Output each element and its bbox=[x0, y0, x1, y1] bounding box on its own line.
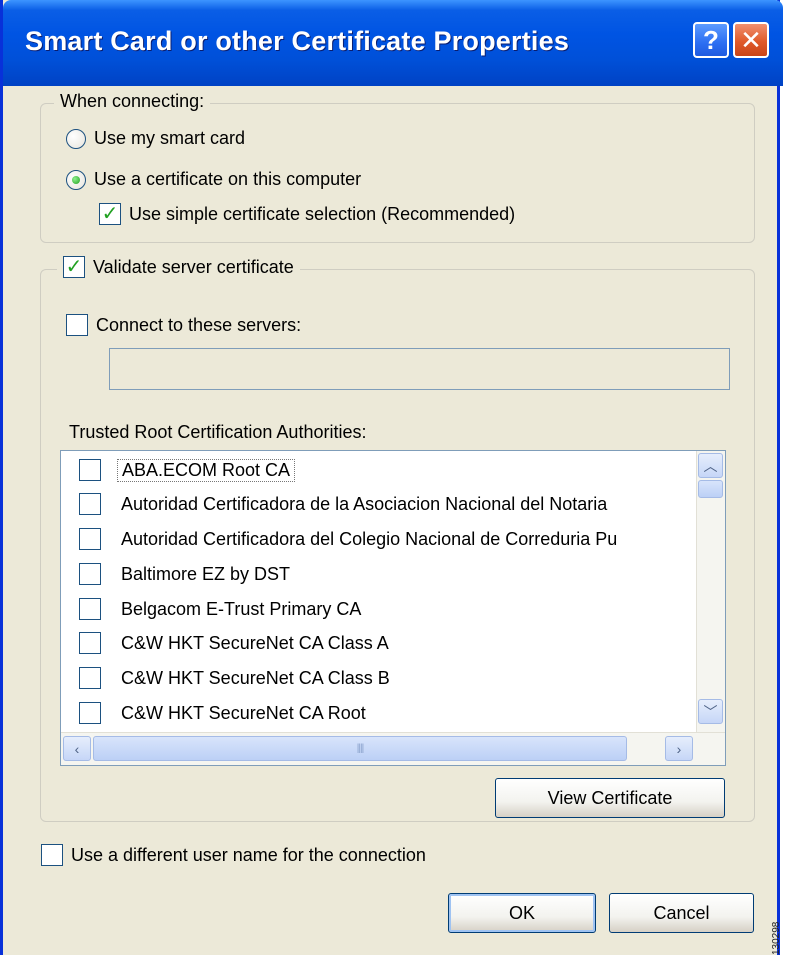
help-button[interactable]: ? bbox=[693, 22, 729, 58]
checkbox-connect-servers[interactable]: Connect to these servers: bbox=[66, 314, 301, 336]
button-label: OK bbox=[508, 902, 535, 923]
list-item[interactable]: Autoridad Certificadora de la Asociacion… bbox=[79, 487, 611, 521]
servers-input[interactable] bbox=[109, 348, 730, 390]
checkbox[interactable]: ✓ bbox=[99, 203, 121, 225]
trusted-root-list[interactable]: ABA.ECOM Root CA Autoridad Certificadora… bbox=[60, 450, 726, 766]
list-item[interactable]: Belgacom E-Trust Primary CA bbox=[79, 592, 365, 626]
checkbox[interactable] bbox=[79, 563, 101, 585]
when-connecting-label: When connecting: bbox=[54, 91, 211, 112]
list-item-label: Autoridad Certificadora de la Asociacion… bbox=[121, 493, 608, 514]
list-item-label: C&W HKT SecureNet CA Class B bbox=[121, 667, 390, 688]
view-certificate-button[interactable]: View Certificate bbox=[495, 778, 725, 818]
ok-button[interactable]: OK bbox=[448, 893, 596, 933]
checkbox-label: Connect to these servers: bbox=[96, 314, 302, 335]
radio-use-smart-card[interactable]: Use my smart card bbox=[66, 128, 245, 149]
checkbox-simple-selection[interactable]: ✓ Use simple certificate selection (Reco… bbox=[99, 203, 515, 225]
chevron-down-icon: ﹀ bbox=[703, 703, 718, 720]
dialog-window: Smart Card or other Certificate Properti… bbox=[0, 0, 783, 955]
list-item[interactable]: C&W HKT SecureNet CA Class A bbox=[79, 626, 393, 660]
horizontal-scrollbar[interactable]: ‹ |||| › bbox=[61, 732, 725, 765]
scroll-left-button[interactable]: ‹ bbox=[63, 736, 91, 761]
radio-label: Use a certificate on this computer bbox=[94, 169, 362, 189]
radio-use-certificate[interactable]: Use a certificate on this computer bbox=[66, 169, 361, 190]
close-button[interactable]: ✕ bbox=[733, 22, 769, 58]
cancel-button[interactable]: Cancel bbox=[609, 893, 754, 933]
radio-label: Use my smart card bbox=[94, 128, 246, 148]
checkbox[interactable]: ✓ bbox=[63, 256, 85, 278]
list-item-label: Autoridad Certificadora del Colegio Naci… bbox=[121, 528, 618, 549]
checkbox-label: Validate server certificate bbox=[93, 256, 294, 277]
checkbox[interactable] bbox=[79, 459, 101, 481]
vertical-scrollbar[interactable]: ︿ ﹀ bbox=[696, 451, 725, 733]
question-icon: ? bbox=[703, 25, 719, 55]
title-bar[interactable]: Smart Card or other Certificate Properti… bbox=[3, 0, 783, 86]
checkmark-icon: ✓ bbox=[65, 256, 83, 278]
list-item[interactable]: C&W HKT SecureNet CA Class B bbox=[79, 661, 394, 695]
radio-button-selected[interactable] bbox=[66, 169, 86, 190]
chevron-right-icon: › bbox=[676, 740, 682, 757]
list-item-label: ABA.ECOM Root CA bbox=[117, 458, 296, 482]
checkbox[interactable] bbox=[41, 844, 63, 866]
list-item-label: C&W HKT SecureNet CA Root bbox=[121, 702, 366, 723]
checkbox[interactable] bbox=[66, 314, 88, 336]
list-item-label: Baltimore EZ by DST bbox=[121, 563, 291, 584]
list-item[interactable]: Baltimore EZ by DST bbox=[79, 557, 294, 591]
vertical-scroll-thumb[interactable] bbox=[698, 480, 723, 498]
checkbox[interactable] bbox=[79, 528, 101, 550]
checkbox-label: Use simple certificate selection (Recomm… bbox=[129, 203, 516, 224]
window-title: Smart Card or other Certificate Properti… bbox=[25, 26, 570, 56]
scroll-right-button[interactable]: › bbox=[665, 736, 693, 761]
list-item-label: C&W HKT SecureNet CA Class A bbox=[121, 632, 389, 653]
list-item[interactable]: ABA.ECOM Root CA bbox=[79, 453, 296, 487]
grip-icon: |||| bbox=[356, 743, 364, 754]
button-label: Cancel bbox=[653, 902, 710, 923]
button-label: View Certificate bbox=[547, 787, 673, 808]
checkbox-validate-server[interactable]: ✓ Validate server certificate bbox=[57, 256, 300, 278]
horizontal-scroll-thumb[interactable]: |||| bbox=[93, 736, 627, 761]
figure-number: 130298 bbox=[771, 921, 782, 955]
radio-button[interactable] bbox=[66, 128, 86, 149]
checkbox[interactable] bbox=[79, 702, 101, 724]
chevron-left-icon: ‹ bbox=[74, 740, 80, 757]
trusted-root-label: Trusted Root Certification Authorities: bbox=[69, 422, 367, 442]
checkmark-icon: ✓ bbox=[101, 203, 119, 225]
checkbox[interactable] bbox=[79, 493, 101, 515]
list-item[interactable]: C&W HKT SecureNet CA Root bbox=[79, 696, 370, 730]
checkbox[interactable] bbox=[79, 632, 101, 654]
list-item[interactable]: Autoridad Certificadora del Colegio Naci… bbox=[79, 522, 621, 556]
checkbox-label: Use a different user name for the connec… bbox=[71, 844, 426, 865]
scroll-up-button[interactable]: ︿ bbox=[698, 453, 723, 478]
chevron-up-icon: ︿ bbox=[703, 457, 718, 474]
checkbox-different-user[interactable]: Use a different user name for the connec… bbox=[41, 844, 426, 866]
scroll-down-button[interactable]: ﹀ bbox=[698, 699, 723, 724]
checkbox[interactable] bbox=[79, 598, 101, 620]
checkbox[interactable] bbox=[79, 667, 101, 689]
close-icon: ✕ bbox=[740, 25, 762, 55]
list-item-label: Belgacom E-Trust Primary CA bbox=[121, 598, 362, 619]
